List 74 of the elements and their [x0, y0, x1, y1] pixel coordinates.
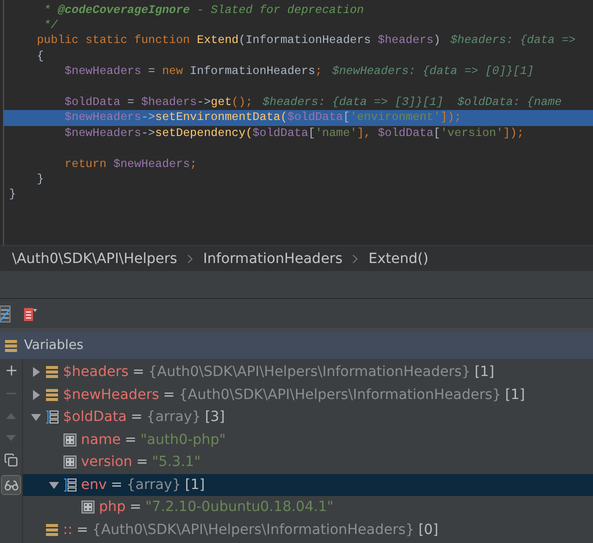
variable-row[interactable]: name = "auth0-php"	[23, 428, 593, 451]
equals-sign: =	[130, 499, 142, 516]
code-line: }	[36, 172, 45, 188]
variable-name: $headers	[63, 364, 129, 380]
equals-sign: =	[110, 476, 123, 493]
breadcrumb-item[interactable]: \Auth0\SDK\API\Helpers	[12, 250, 178, 266]
code-line: $newHeaders->setDependency($oldData['name'], $oldData['version']);	[4, 126, 593, 157]
item-count: [3]	[204, 409, 225, 426]
inline-debug-value: $headers: {data => [3]}[1] $oldData: {name	[262, 96, 562, 110]
variable-name: ::	[63, 522, 72, 538]
object-icon	[45, 522, 59, 537]
inline-debug-value: $newHeaders: {data => [0]}[1]	[332, 64, 534, 78]
object-icon	[4, 338, 18, 352]
item-count: [1]	[474, 364, 494, 380]
item-count: [1]	[505, 386, 525, 403]
primitive-icon	[81, 500, 95, 514]
code-line: public static function Extend(InformationHeaders $headers) $headers: {data =>	[36, 33, 577, 49]
variable-value: {Auth0\SDK\API\Helpers\InformationHeaders}	[92, 522, 414, 538]
primitive-icon	[63, 455, 77, 470]
variable-row[interactable]: env = {array} [1]	[23, 474, 593, 496]
expand-arrow-icon[interactable]	[31, 367, 41, 378]
variable-value: "auth0-php"	[140, 432, 226, 448]
code-line: * @codeCoverageIgnore - Slated for deprecation	[42, 3, 365, 18]
equals-sign: =	[124, 432, 136, 448]
code-line: {	[36, 48, 45, 64]
collapse-arrow-icon[interactable]	[31, 412, 41, 422]
object-icon	[45, 388, 59, 402]
equals-sign: =	[130, 409, 142, 426]
breadcrumb-item[interactable]: InformationHeaders	[203, 250, 342, 266]
inline-debug-value: $headers: {data =>	[450, 34, 576, 48]
variable-row[interactable]: $headers = {Auth0\SDK\API\Helpers\InformationHeaders} [1]	[23, 361, 593, 384]
variable-name: php	[99, 499, 126, 516]
variable-value: {Auth0\SDK\API\Helpers\InformationHeaders}	[148, 364, 471, 380]
equals-sign: =	[163, 386, 175, 403]
variable-row[interactable]: :: = {Auth0\SDK\API\Helpers\InformationHeaders} [0]	[23, 518, 593, 541]
chevron-icon	[187, 254, 194, 262]
variable-value: {Auth0\SDK\API\Helpers\InformationHeaders}	[178, 386, 502, 403]
variable-row[interactable]: $oldData = {array} [3]	[23, 406, 593, 428]
panel-title: Variables	[24, 338, 84, 353]
array-icon	[45, 410, 59, 424]
variable-name: $oldData	[63, 409, 127, 426]
object-icon	[45, 365, 59, 380]
equals-sign: =	[136, 454, 148, 470]
add-icon[interactable]	[4, 363, 18, 378]
glasses-icon	[4, 478, 18, 492]
code-line: */	[42, 18, 59, 34]
copy-icon[interactable]	[4, 453, 18, 467]
expand-arrow-icon[interactable]	[31, 390, 41, 400]
variable-name: version	[81, 454, 132, 470]
variable-row[interactable]: $newHeaders = {Auth0\SDK\API\Helpers\InformationHeaders} [1]	[23, 384, 593, 406]
variable-value: {array}	[146, 409, 201, 426]
variable-value: "5.3.1"	[152, 454, 201, 470]
item-count: [1]	[185, 476, 205, 493]
array-icon	[63, 478, 77, 492]
equals-sign: =	[132, 364, 144, 380]
item-count: [0]	[418, 522, 438, 538]
code-editor[interactable]	[3, 0, 593, 245]
variable-value: "7.2.10-0ubuntu0.18.04.1"	[145, 499, 334, 516]
collapse-arrow-icon[interactable]	[49, 480, 59, 490]
variable-row[interactable]: php = "7.2.10-0ubuntu0.18.04.1"	[23, 496, 593, 518]
variable-value: {array}	[126, 476, 182, 493]
variable-row[interactable]: version = "5.3.1"	[23, 451, 593, 474]
equals-sign: =	[76, 522, 88, 538]
code-line: $newHeaders = new InformationHeaders; $newHeaders: {data => [0]}[1]	[4, 64, 593, 96]
code-line: $oldData = $headers->get(); $headers: {data => [3]}[1] $oldData: {name	[64, 95, 563, 110]
code-line: return $newHeaders;	[64, 156, 198, 172]
code-line: }	[8, 187, 17, 202]
watches-toggle-button[interactable]	[1, 475, 21, 495]
primitive-icon	[63, 432, 77, 447]
breadcrumb-item[interactable]: Extend()	[368, 250, 428, 266]
variable-name: env	[81, 476, 107, 493]
variable-name: name	[81, 432, 121, 448]
variable-name: $newHeaders	[63, 386, 160, 403]
chevron-icon	[352, 254, 358, 262]
